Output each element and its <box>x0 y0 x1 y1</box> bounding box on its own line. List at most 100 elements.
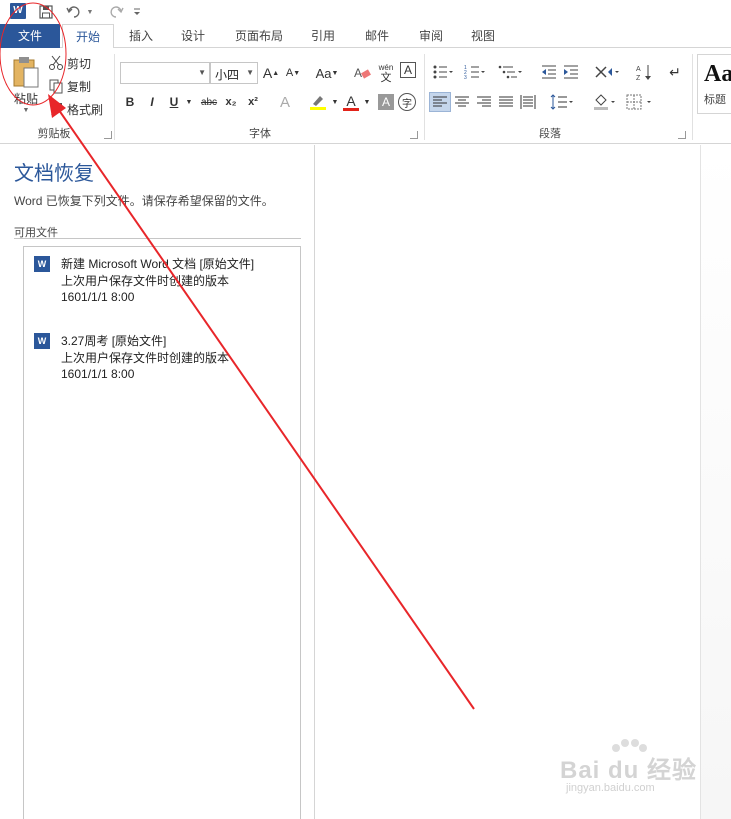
word-logo-icon[interactable]: W <box>10 3 26 19</box>
style-heading[interactable]: Aa 标题 <box>697 54 731 114</box>
text-effects-button[interactable]: A <box>274 92 296 112</box>
increase-indent-icon <box>564 65 578 79</box>
recovered-file-list[interactable]: W 新建 Microsoft Word 文档 [原始文件] 上次用户保存文件时创… <box>23 246 301 819</box>
highlight-button[interactable] <box>306 92 330 112</box>
decrease-indent-button[interactable] <box>540 62 558 82</box>
font-launcher-icon[interactable] <box>410 131 418 139</box>
group-divider <box>114 54 115 140</box>
list-item[interactable]: W 新建 Microsoft Word 文档 [原始文件] 上次用户保存文件时创… <box>34 255 294 315</box>
numbering-button[interactable]: 123 <box>462 62 488 82</box>
paragraph-launcher-icon[interactable] <box>678 131 686 139</box>
file-description: 上次用户保存文件时创建的版本 <box>61 274 230 288</box>
phonetic-guide-button[interactable]: wén 文 <box>376 60 396 86</box>
multilevel-list-icon <box>498 65 522 79</box>
distributed-icon <box>520 95 536 109</box>
ribbon-tabs: 文件 开始 插入 设计 页面布局 引用 邮件 审阅 视图 <box>0 24 731 49</box>
group-divider <box>424 54 425 140</box>
align-left-button[interactable] <box>429 92 451 112</box>
font-color-button[interactable]: A <box>342 92 360 112</box>
subscript-button[interactable]: x₂ <box>222 92 240 112</box>
tab-view[interactable]: 视图 <box>462 24 504 48</box>
paste-button[interactable]: 粘贴 ▼ <box>8 54 44 114</box>
font-color-swatch <box>343 107 359 111</box>
character-shading-button[interactable]: A <box>378 94 394 110</box>
paste-dropdown-icon[interactable]: ▼ <box>23 107 30 114</box>
change-case-button[interactable]: Aa ▼ <box>312 62 342 84</box>
chinese-layout-button[interactable] <box>592 62 622 82</box>
decrease-indent-icon <box>542 65 556 79</box>
format-painter-icon <box>51 103 62 116</box>
tab-file[interactable]: 文件 <box>0 24 60 48</box>
tab-review[interactable]: 审阅 <box>410 24 452 48</box>
paragraph-group-label: 段落 <box>539 128 561 140</box>
bold-button[interactable]: B <box>122 92 138 112</box>
paragraph-shading-button[interactable] <box>590 92 618 112</box>
highlight-dropdown-icon[interactable]: ▼ <box>330 92 340 112</box>
justify-button[interactable] <box>496 92 516 112</box>
enclose-characters-button[interactable]: 字 <box>398 93 416 111</box>
divider <box>14 238 301 239</box>
shrink-font-button[interactable]: A ▼ <box>284 62 302 84</box>
clear-formatting-button[interactable]: A <box>354 62 372 84</box>
file-date: 1601/1/1 8:00 <box>61 290 135 304</box>
line-spacing-icon <box>550 94 573 110</box>
cut-button[interactable]: 剪切 <box>48 54 91 72</box>
sort-button[interactable]: AZ <box>634 62 656 82</box>
tab-references[interactable]: 引用 <box>302 24 344 48</box>
undo-dropdown-icon[interactable]: ▼ <box>84 2 96 22</box>
clipboard-launcher-icon[interactable] <box>104 131 112 139</box>
document-page[interactable] <box>316 145 701 819</box>
grow-font-button[interactable]: A ▲ <box>262 62 280 84</box>
customize-toolbar-icon[interactable] <box>130 2 144 22</box>
justify-icon <box>499 96 513 107</box>
undo-icon[interactable] <box>64 2 84 22</box>
file-name: 新建 Microsoft Word 文档 [原始文件] <box>61 257 255 271</box>
word-document-icon: W <box>34 256 50 272</box>
scissors-icon <box>49 55 63 70</box>
borders-button[interactable] <box>624 92 654 112</box>
multilevel-list-button[interactable] <box>494 62 526 82</box>
tab-mailings[interactable]: 邮件 <box>356 24 398 48</box>
format-painter-button[interactable]: 格式刷 <box>48 100 103 118</box>
tab-layout[interactable]: 页面布局 <box>226 24 292 48</box>
underline-dropdown-icon[interactable]: ▼ <box>184 92 194 112</box>
panel-title: 文档恢复 <box>14 163 94 185</box>
align-center-button[interactable] <box>452 92 472 112</box>
paste-label: 粘贴 <box>13 91 38 106</box>
tab-home[interactable]: 开始 <box>62 24 114 49</box>
font-color-dropdown-icon[interactable]: ▼ <box>362 92 372 112</box>
italic-button[interactable]: I <box>144 92 160 112</box>
watermark: Bai du 经验 jingyan.baidu.com <box>560 739 700 802</box>
font-size-combobox[interactable]: 小四 ▼ <box>210 62 258 84</box>
sort-icon: AZ <box>636 65 651 81</box>
superscript-button[interactable]: x² <box>244 92 262 112</box>
distributed-button[interactable] <box>518 92 538 112</box>
font-name-combobox[interactable]: ▼ <box>120 62 210 84</box>
panel-description: Word 已恢复下列文件。请保存希望保留的文件。 <box>14 194 274 208</box>
highlighter-icon <box>310 96 326 110</box>
tab-insert[interactable]: 插入 <box>118 24 164 48</box>
tab-design[interactable]: 设计 <box>170 24 216 48</box>
list-item[interactable]: W 3.27周考 [原始文件] 上次用户保存文件时创建的版本 1601/1/1 … <box>34 332 294 392</box>
show-paragraph-marks-button[interactable]: ↵ <box>666 62 684 82</box>
line-spacing-button[interactable] <box>548 92 576 112</box>
increase-indent-button[interactable] <box>562 62 580 82</box>
bullet-list-icon <box>433 65 453 79</box>
strikethrough-button[interactable]: abc <box>198 92 220 112</box>
svg-text:Z: Z <box>636 75 641 81</box>
character-border-button[interactable]: A <box>400 62 416 78</box>
file-name: 3.27周考 [原始文件] <box>61 334 167 348</box>
copy-icon <box>49 79 63 94</box>
svg-text:3: 3 <box>464 75 467 80</box>
align-right-button[interactable] <box>474 92 494 112</box>
underline-button[interactable]: U <box>166 92 182 112</box>
chinese-layout-icon <box>595 66 619 78</box>
copy-button[interactable]: 复制 <box>48 77 91 95</box>
chevron-down-icon[interactable]: ▼ <box>246 68 254 77</box>
save-icon[interactable] <box>36 2 56 22</box>
chevron-down-icon[interactable]: ▼ <box>198 68 206 77</box>
style-sample: Aa <box>704 61 731 87</box>
quick-access-toolbar: W ▼ <box>0 0 731 24</box>
bullets-button[interactable] <box>430 62 456 82</box>
redo-icon[interactable] <box>106 2 126 22</box>
